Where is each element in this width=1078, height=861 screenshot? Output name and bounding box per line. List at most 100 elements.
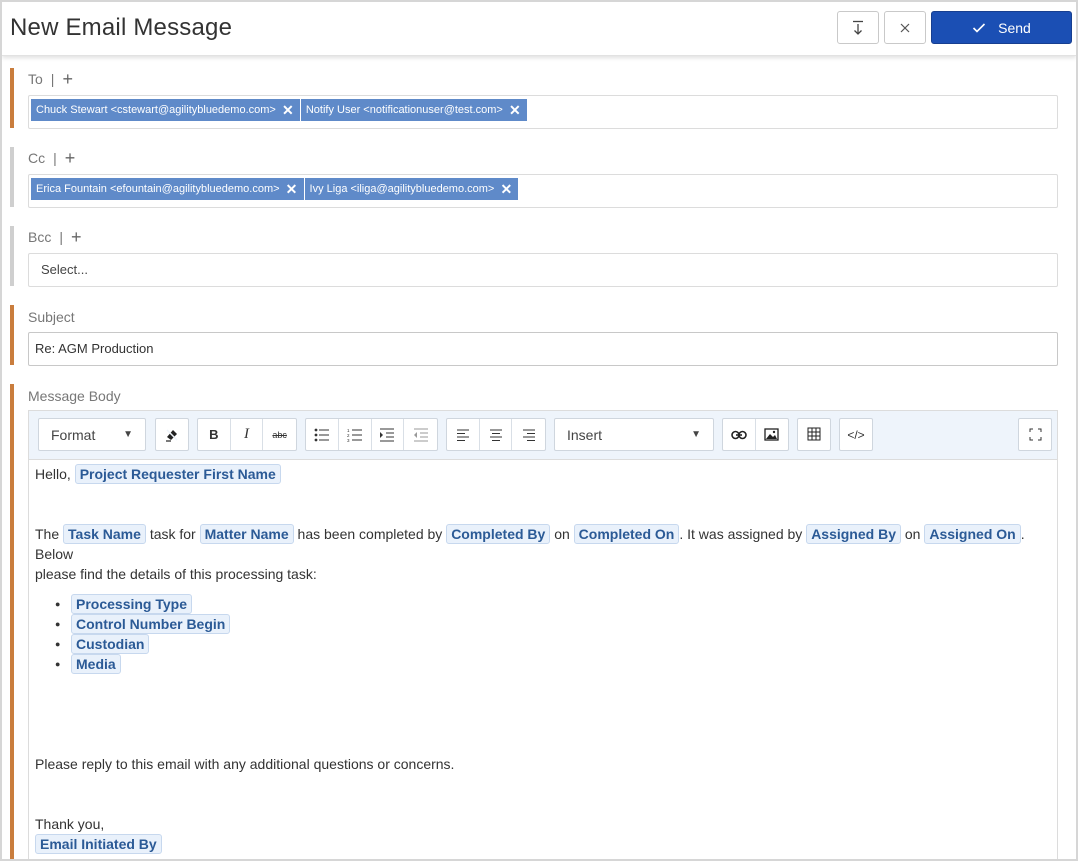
cc-section: Cc | + Erica Fountain <efountain@agility…	[10, 147, 1058, 208]
insert-label: Insert	[567, 426, 603, 443]
required-indicator	[10, 384, 14, 859]
chip-label: Erica Fountain <efountain@agilitybluedem…	[36, 183, 280, 195]
bcc-label-text: Bcc	[28, 229, 52, 245]
send-button[interactable]: Send	[931, 11, 1072, 44]
to-label-text: To	[28, 71, 43, 87]
window-title: New Email Message	[10, 14, 233, 41]
merge-field-tag[interactable]: Processing Type	[71, 594, 193, 614]
add-to-icon[interactable]: +	[62, 70, 73, 88]
separator: |	[59, 229, 63, 245]
bcc-field[interactable]: Select...	[28, 253, 1058, 287]
separator: |	[50, 71, 55, 87]
align-center-icon[interactable]	[480, 419, 513, 450]
indent-icon[interactable]	[372, 419, 405, 450]
link-icon[interactable]	[723, 419, 756, 450]
cc-field[interactable]: Erica Fountain <efountain@agilitybluedem…	[28, 174, 1058, 208]
add-cc-icon[interactable]: +	[65, 149, 76, 167]
numbered-list-icon[interactable]: 123	[339, 419, 372, 450]
table-button[interactable]	[797, 418, 831, 451]
to-field[interactable]: Chuck Stewart <cstewart@agilitybluedemo.…	[28, 95, 1058, 129]
image-icon[interactable]	[756, 419, 789, 450]
required-indicator	[10, 305, 14, 365]
media-group	[722, 418, 789, 451]
merge-field-tag[interactable]: Assigned By	[806, 524, 901, 544]
add-bcc-icon[interactable]: +	[71, 228, 82, 246]
align-right-icon[interactable]	[512, 419, 545, 450]
bcc-section: Bcc | + Select...	[10, 226, 1058, 287]
list-item: Media	[53, 654, 1051, 674]
remove-chip-icon[interactable]: ✕	[280, 181, 304, 198]
bold-button[interactable]: B	[198, 419, 231, 450]
list-item: Processing Type	[53, 594, 1051, 614]
merge-field-tag[interactable]: Task Name	[63, 524, 146, 544]
close-button[interactable]	[884, 11, 926, 44]
remove-chip-icon[interactable]: ✕	[503, 102, 527, 119]
reply-line: Please reply to this email with any addi…	[35, 756, 455, 772]
recipient-chip: Notify User <notificationuser@test.com> …	[300, 99, 528, 121]
code-view-button[interactable]: </>	[839, 418, 873, 451]
cc-label-text: Cc	[28, 150, 46, 166]
merge-field-tag[interactable]: Assigned On	[924, 524, 1021, 544]
chip-label: Chuck Stewart <cstewart@agilitybluedemo.…	[36, 104, 276, 116]
list-indent-group: 123	[305, 418, 438, 451]
outdent-icon[interactable]	[404, 419, 437, 450]
table-icon	[798, 419, 830, 450]
merge-field-tag[interactable]: Control Number Begin	[71, 614, 231, 634]
email-window: New Email Message Send To | + Chuck Stew…	[0, 0, 1078, 861]
merge-field-tag[interactable]: Media	[71, 654, 121, 674]
merge-field-tag[interactable]: Matter Name	[199, 524, 294, 544]
details-list: Processing Type Control Number Begin Cus…	[35, 594, 1051, 674]
code-icon: </>	[847, 427, 865, 442]
merge-field-tag[interactable]: Completed By	[446, 524, 551, 544]
to-label: To | +	[28, 70, 73, 88]
send-label: Send	[998, 19, 1031, 36]
format-label: Format	[51, 426, 96, 443]
subject-label: Subject	[28, 309, 75, 325]
subject-section: Subject Re: AGM Production	[10, 305, 1058, 366]
caret-down-icon: ▼	[691, 429, 701, 440]
editor-content[interactable]: Hello, Project Requester First Name The …	[29, 460, 1057, 858]
remove-chip-icon[interactable]: ✕	[276, 102, 300, 119]
align-left-icon[interactable]	[447, 419, 480, 450]
signature-line: Email Initiated By	[35, 834, 1051, 854]
chip-label: Ivy Liga <iliga@agilitybluedemo.com>	[309, 183, 495, 195]
align-group	[446, 418, 546, 451]
fullscreen-button[interactable]	[1018, 418, 1052, 451]
separator: |	[53, 150, 57, 166]
to-section: To | + Chuck Stewart <cstewart@agilitybl…	[10, 68, 1058, 129]
minimize-button[interactable]	[837, 11, 879, 44]
svg-text:3: 3	[347, 438, 350, 442]
bcc-label: Bcc | +	[28, 228, 82, 246]
cc-label: Cc | +	[28, 149, 75, 167]
clear-format-button[interactable]	[155, 418, 189, 451]
format-dropdown[interactable]: Format ▼	[38, 418, 146, 451]
merge-field-tag[interactable]: Email Initiated By	[35, 834, 162, 854]
greeting-text: Hello,	[35, 466, 71, 482]
list-item: Custodian	[53, 634, 1051, 654]
subject-input[interactable]: Re: AGM Production	[28, 332, 1058, 366]
remove-chip-icon[interactable]: ✕	[494, 181, 518, 198]
window-header: New Email Message Send	[2, 2, 1076, 56]
merge-field-tag[interactable]: Completed On	[573, 524, 680, 544]
fullscreen-icon	[1019, 419, 1051, 450]
bullet-list-icon[interactable]	[306, 419, 339, 450]
check-icon	[973, 22, 986, 33]
optional-indicator	[10, 226, 14, 286]
rich-text-editor: Format ▼ B I abc 123 Insert ▼ </> Hello,…	[28, 410, 1058, 859]
message-label: Message Body	[28, 388, 121, 404]
insert-dropdown[interactable]: Insert ▼	[554, 418, 714, 451]
bcc-placeholder: Select...	[41, 262, 88, 277]
editor-toolbar: Format ▼ B I abc 123 Insert ▼ </>	[29, 411, 1057, 460]
recipient-chip: Erica Fountain <efountain@agilitybluedem…	[31, 178, 305, 200]
caret-down-icon: ▼	[123, 429, 133, 440]
merge-field-tag[interactable]: Project Requester First Name	[74, 464, 281, 484]
recipient-chip: Chuck Stewart <cstewart@agilitybluedemo.…	[31, 99, 301, 121]
required-indicator	[10, 68, 14, 128]
subject-value: Re: AGM Production	[35, 341, 154, 356]
text-style-group: B I abc	[197, 418, 297, 451]
optional-indicator	[10, 147, 14, 207]
italic-button[interactable]: I	[231, 419, 264, 450]
strikethrough-button[interactable]: abc	[263, 419, 296, 450]
minimize-icon	[853, 20, 863, 35]
merge-field-tag[interactable]: Custodian	[71, 634, 150, 654]
